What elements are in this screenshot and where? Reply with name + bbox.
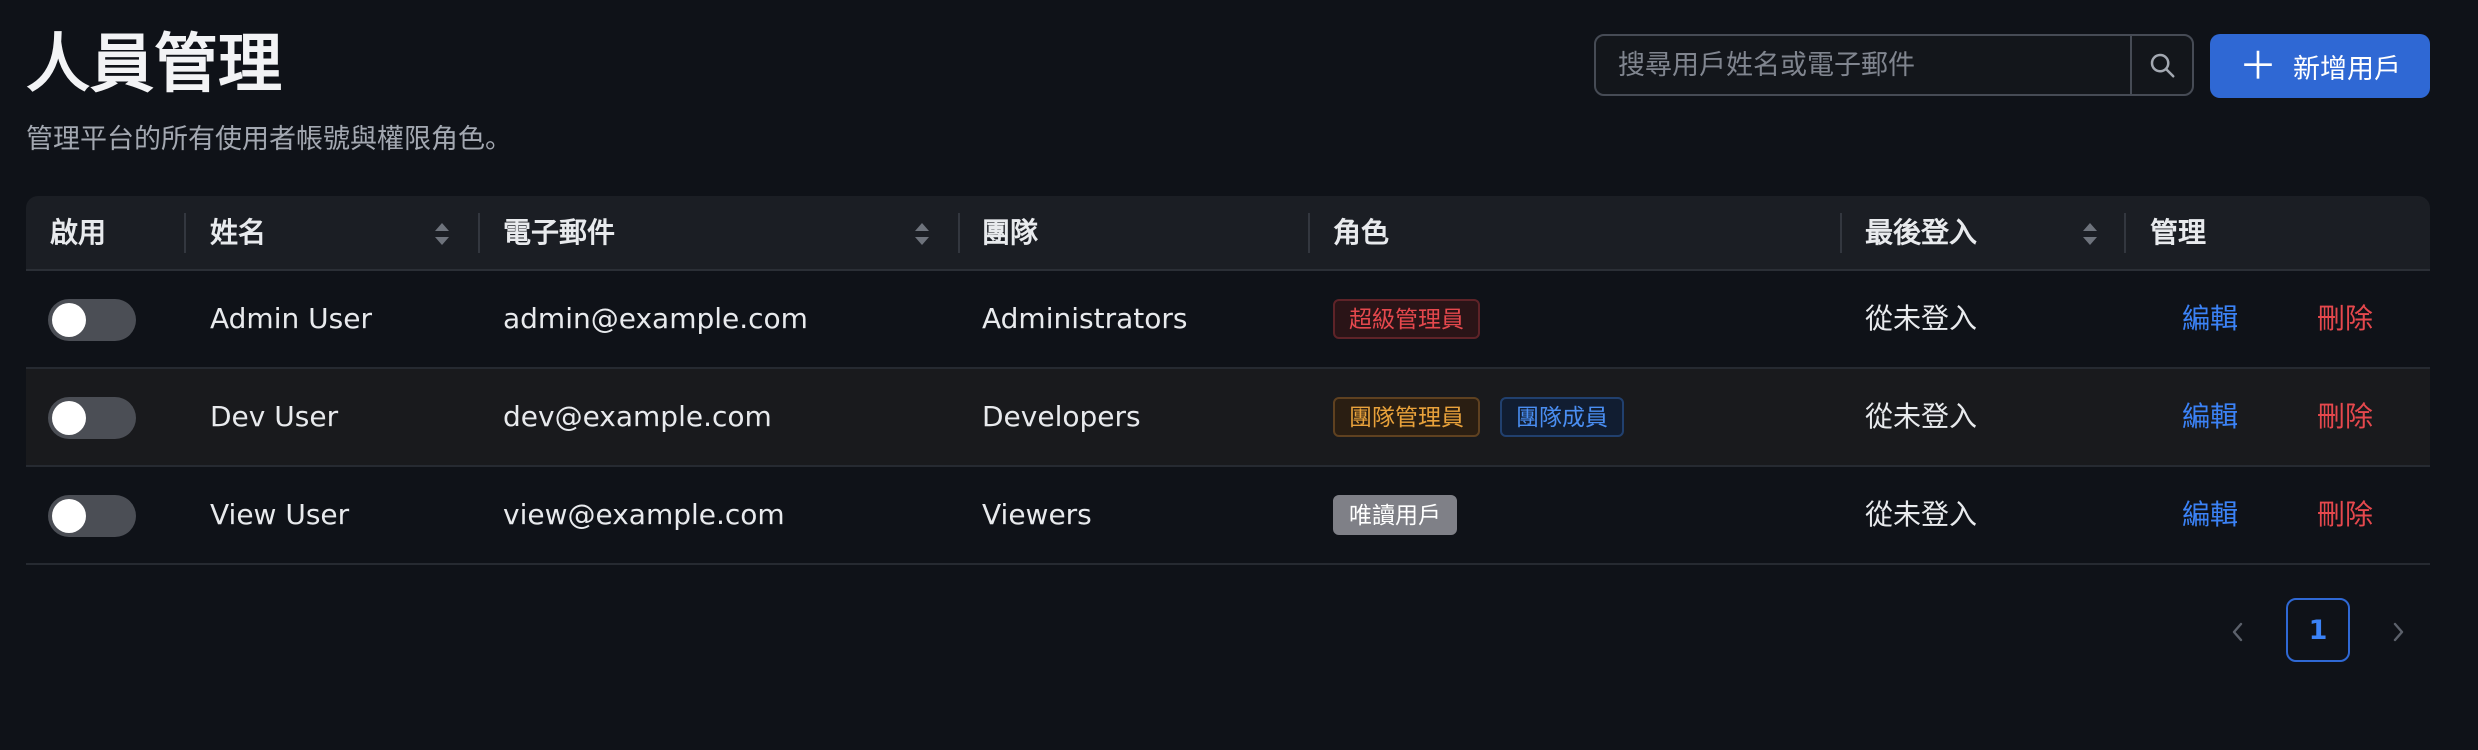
user-last-login: 從未登入 <box>1865 498 1978 531</box>
user-name: View User <box>210 498 350 531</box>
column-divider <box>184 213 186 253</box>
delete-button[interactable]: 刪除 <box>2317 369 2373 465</box>
column-divider <box>958 213 960 253</box>
column-divider <box>1308 213 1310 253</box>
delete-button[interactable]: 刪除 <box>2317 467 2373 563</box>
user-email: view@example.com <box>503 498 785 531</box>
column-header-team: 團隊 <box>982 216 1039 249</box>
user-email: admin@example.com <box>503 302 808 335</box>
page-title: 人員管理 <box>26 28 282 102</box>
pagination-page-1[interactable]: 1 <box>2286 598 2350 662</box>
page-subtitle: 管理平台的所有使用者帳號與權限角色。 <box>26 124 512 155</box>
table-row: Admin User admin@example.com Administrat… <box>26 271 2430 369</box>
column-header-actions: 管理 <box>2150 216 2207 249</box>
search-button[interactable] <box>2130 36 2192 94</box>
role-tag: 超級管理員 <box>1333 299 1480 339</box>
user-email: dev@example.com <box>503 400 772 433</box>
sort-icon[interactable] <box>432 220 452 248</box>
search-box <box>1594 34 2194 96</box>
pagination-next-button[interactable] <box>2378 600 2418 664</box>
role-tag: 團隊管理員 <box>1333 397 1480 437</box>
column-header-last-login[interactable]: 最後登入 <box>1865 196 1977 269</box>
table-row: View User view@example.com Viewers 唯讀用戶 … <box>26 467 2430 565</box>
role-tag: 唯讀用戶 <box>1333 495 1457 535</box>
pagination-prev-button[interactable] <box>2218 600 2258 664</box>
user-last-login: 從未登入 <box>1865 302 1978 335</box>
chevron-left-icon <box>2232 622 2243 642</box>
user-name: Admin User <box>210 302 372 335</box>
user-team: Developers <box>982 400 1141 433</box>
user-team: Viewers <box>982 498 1092 531</box>
enabled-toggle[interactable] <box>48 299 136 341</box>
column-header-name[interactable]: 姓名 <box>210 196 266 269</box>
column-divider <box>2124 213 2126 253</box>
toggle-knob <box>52 401 86 435</box>
enabled-toggle[interactable] <box>48 495 136 537</box>
delete-button[interactable]: 刪除 <box>2317 271 2373 367</box>
user-last-login: 從未登入 <box>1865 400 1978 433</box>
table-header: 啟用 姓名 電子郵件 團隊 角色 最後登入 管理 <box>26 196 2430 271</box>
sort-icon[interactable] <box>2080 220 2100 248</box>
users-table: 啟用 姓名 電子郵件 團隊 角色 最後登入 管理 Admin User admi… <box>26 196 2430 565</box>
enabled-toggle[interactable] <box>48 397 136 439</box>
edit-button[interactable]: 編輯 <box>2182 271 2238 367</box>
edit-button[interactable]: 編輯 <box>2182 467 2238 563</box>
chevron-right-icon <box>2393 622 2404 642</box>
column-header-roles: 角色 <box>1333 216 1390 249</box>
edit-button[interactable]: 編輯 <box>2182 369 2238 465</box>
column-divider <box>478 213 480 253</box>
toggle-knob <box>52 499 86 533</box>
add-user-button[interactable]: ＋ 新增用戶 <box>2210 34 2430 98</box>
column-header-email[interactable]: 電子郵件 <box>503 196 615 269</box>
search-input[interactable] <box>1596 36 2130 94</box>
column-divider <box>1840 213 1842 253</box>
add-user-label: 新增用戶 <box>2293 53 2401 85</box>
toggle-knob <box>52 303 86 337</box>
table-row: Dev User dev@example.com Developers 團隊管理… <box>26 369 2430 467</box>
user-name: Dev User <box>210 400 339 433</box>
column-header-enabled: 啟用 <box>50 216 107 249</box>
plus-icon: ＋ <box>2238 44 2277 88</box>
sort-icon[interactable] <box>912 220 932 248</box>
search-icon <box>2150 53 2175 78</box>
user-team: Administrators <box>982 302 1188 335</box>
role-tag: 團隊成員 <box>1500 397 1624 437</box>
